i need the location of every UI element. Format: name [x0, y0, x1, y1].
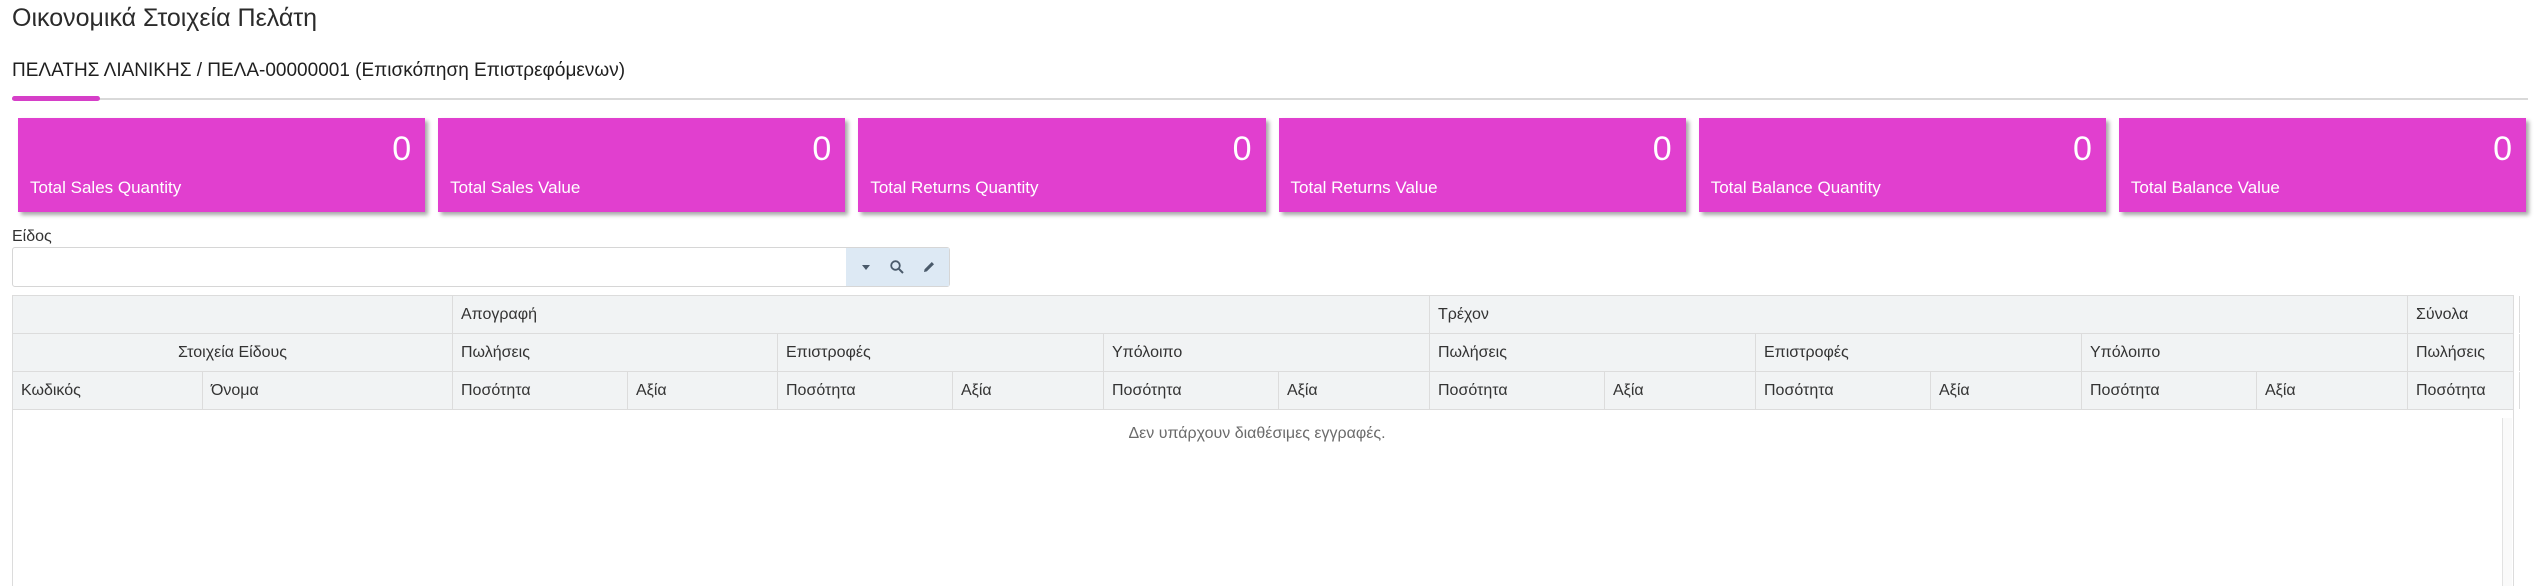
total-sales-value-card: 0 Total Sales Value	[438, 118, 846, 212]
search-icon[interactable]	[883, 253, 911, 281]
card-label: Total Sales Quantity	[30, 178, 182, 197]
column-header-current-returns-qty[interactable]: Ποσότητα	[1756, 372, 1931, 409]
header-current-sales: Πωλήσεις	[1430, 334, 1756, 371]
header-item-details: Στοιχεία Είδους	[13, 334, 453, 371]
column-header-inventory-sales-value[interactable]: Αξία	[628, 372, 778, 409]
total-returns-quantity-card: 0 Total Returns Quantity	[858, 118, 1266, 212]
item-combobox[interactable]	[12, 247, 950, 287]
tab-bar: ΠΕΛΑΤΗΣ ΛΙΑΝΙΚΗΣ / ΠΕΛΑ-00000001 (Επισκό…	[12, 56, 2528, 101]
empty-grid-message: Δεν υπάρχουν διαθέσιμες εγγραφές.	[1128, 425, 1386, 442]
card-value: 0	[392, 130, 412, 168]
header-group-totals: Σύνολα	[2408, 296, 2520, 333]
header-group-inventory: Απογραφή	[453, 296, 1430, 333]
chevron-down-icon[interactable]	[852, 253, 880, 281]
item-field-label: Είδος	[12, 228, 52, 245]
total-returns-value-card: 0 Total Returns Value	[1278, 118, 1686, 212]
header-group-current: Τρέχον	[1430, 296, 2408, 333]
header-inventory-returns: Επιστροφές	[778, 334, 1104, 371]
column-header-code[interactable]: Κωδικός	[13, 372, 203, 409]
column-header-current-balance-qty[interactable]: Ποσότητα	[2082, 372, 2257, 409]
column-header-inventory-returns-value[interactable]: Αξία	[953, 372, 1104, 409]
card-label: Total Balance Quantity	[1710, 178, 1881, 197]
column-header-inventory-returns-qty[interactable]: Ποσότητα	[778, 372, 953, 409]
column-header-inventory-sales-qty[interactable]: Ποσότητα	[453, 372, 628, 409]
total-balance-quantity-card: 0 Total Balance Quantity	[1698, 118, 2106, 212]
summary-cards: 0 Total Sales Quantity 0 Total Sales Val…	[18, 118, 2527, 212]
header-columns-row: Κωδικός Όνομα Ποσότητα Αξία Ποσότητα Αξί…	[13, 372, 2520, 410]
column-header-inventory-balance-value[interactable]: Αξία	[1279, 372, 1430, 409]
card-label: Total Returns Value	[1290, 178, 1438, 197]
tab-customer-returns-overview[interactable]: ΠΕΛΑΤΗΣ ΛΙΑΝΙΚΗΣ / ΠΕΛΑ-00000001 (Επισκό…	[12, 60, 625, 82]
column-header-inventory-balance-qty[interactable]: Ποσότητα	[1104, 372, 1279, 409]
page-title: Οικονομικά Στοιχεία Πελάτη	[12, 4, 318, 32]
header-totals-sales: Πωλήσεις	[2408, 334, 2520, 371]
combobox-buttons	[846, 248, 949, 286]
header-group-row-2: Στοιχεία Είδους Πωλήσεις Επιστροφές Υπόλ…	[13, 334, 2520, 372]
header-inventory-sales: Πωλήσεις	[453, 334, 778, 371]
column-header-current-balance-value[interactable]: Αξία	[2257, 372, 2408, 409]
card-value: 0	[2072, 130, 2092, 168]
active-tab-indicator	[12, 96, 100, 101]
column-header-current-sales-value[interactable]: Αξία	[1605, 372, 1756, 409]
column-header-current-returns-value[interactable]: Αξία	[1931, 372, 2082, 409]
card-value: 0	[2493, 130, 2513, 168]
header-inventory-balance: Υπόλοιπο	[1104, 334, 1430, 371]
card-value: 0	[812, 130, 832, 168]
total-balance-value-card: 0 Total Balance Value	[2118, 118, 2527, 212]
pencil-icon[interactable]	[915, 253, 943, 281]
grid-vertical-scrollbar[interactable]	[2502, 418, 2512, 586]
card-value: 0	[1652, 130, 1672, 168]
header-current-returns: Επιστροφές	[1756, 334, 2082, 371]
header-group-row-1: Απογραφή Τρέχον Σύνολα	[13, 296, 2520, 334]
column-header-current-sales-qty[interactable]: Ποσότητα	[1430, 372, 1605, 409]
card-label: Total Balance Value	[2130, 178, 2280, 197]
total-sales-quantity-card: 0 Total Sales Quantity	[18, 118, 426, 212]
header-group-blank	[13, 296, 453, 333]
card-label: Total Returns Quantity	[870, 178, 1039, 197]
column-header-name[interactable]: Όνομα	[203, 372, 453, 409]
header-current-balance: Υπόλοιπο	[2082, 334, 2408, 371]
card-value: 0	[1232, 130, 1252, 168]
card-label: Total Sales Value	[450, 178, 581, 197]
column-header-totals-sales-qty[interactable]: Ποσότητα	[2408, 372, 2520, 409]
returns-overview-grid: Απογραφή Τρέχον Σύνολα Στοιχεία Είδους Π…	[12, 295, 2520, 586]
